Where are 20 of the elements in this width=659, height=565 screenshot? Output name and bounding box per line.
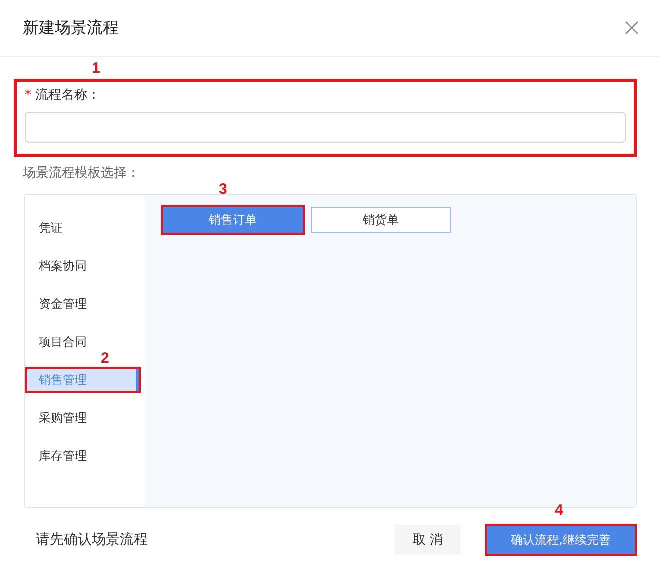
field-label: * 流程名称：	[25, 87, 102, 104]
category-item[interactable]: 采购管理	[27, 407, 139, 429]
category-item[interactable]: 凭证	[27, 217, 139, 239]
category-item[interactable]: 资金管理	[27, 293, 139, 315]
annotation-number: 3	[219, 181, 228, 199]
close-icon[interactable]	[625, 21, 639, 35]
category-item[interactable]: 档案协同	[27, 255, 139, 277]
confirm-button[interactable]: 确认流程,继续完善	[487, 526, 635, 554]
annotation-number: 4	[555, 502, 564, 519]
category-item[interactable]: 项目合同	[27, 331, 139, 353]
template-button[interactable]: 销货单	[311, 207, 451, 233]
annotation-number: 1	[91, 59, 102, 79]
input-field[interactable]	[25, 112, 626, 143]
dialog-title: 新建场景流程	[23, 18, 119, 38]
template-button[interactable]: 销售订单	[163, 207, 303, 233]
hint-text: 请先确认场景流程	[36, 531, 149, 549]
section-label: 场景流程模板选择：	[23, 165, 141, 183]
category-item[interactable]: 库存管理	[27, 445, 139, 467]
annotation-number: 2	[101, 350, 110, 367]
cancel-button[interactable]: 取 消	[395, 525, 461, 555]
